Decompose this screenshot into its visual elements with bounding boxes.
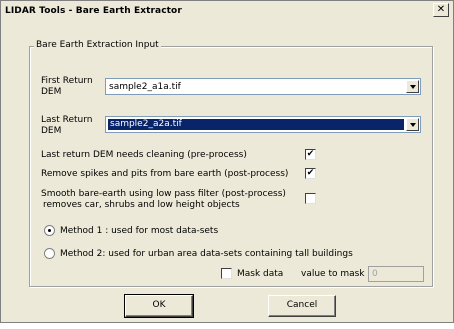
check-icon: ✔ [306, 168, 315, 178]
mask-data-label: Mask data [237, 269, 284, 279]
smooth-option-label-line1: Smooth bare-earth using low pass filter … [41, 189, 286, 199]
title-bar[interactable]: LIDAR Tools - Bare Earth Extractor ✕ [2, 2, 452, 19]
first-return-value: sample2_a1a.tif [109, 81, 181, 92]
last-return-dropdown[interactable]: sample2_a2a.tif [105, 116, 421, 133]
dialog-window: LIDAR Tools - Bare Earth Extractor ✕ Bar… [0, 0, 454, 323]
method2-radio[interactable] [44, 248, 55, 259]
first-return-dropdown[interactable]: sample2_a1a.tif [105, 78, 421, 95]
spikes-option-label: Remove spikes and pits from bare earth (… [41, 169, 289, 179]
clean-checkbox[interactable]: ✔ [305, 149, 316, 160]
chevron-down-icon[interactable] [406, 118, 419, 131]
last-return-value: sample2_a2a.tif [108, 119, 404, 130]
last-return-label-line2: DEM [41, 126, 62, 136]
method1-radio[interactable] [44, 225, 55, 236]
chevron-down-icon[interactable] [406, 80, 419, 93]
last-return-label-line1: Last Return [41, 115, 93, 125]
smooth-option-label-line2: removes car, shrubs and low height objec… [43, 200, 240, 210]
last-return-label: Last Return DEM [41, 115, 92, 137]
mask-data-checkbox[interactable] [221, 268, 232, 279]
first-return-label-line2: DEM [41, 87, 62, 97]
mask-value-input[interactable]: 0 [368, 266, 424, 282]
ok-button[interactable]: OK [124, 294, 194, 318]
close-button[interactable]: ✕ [433, 3, 449, 17]
method2-label: Method 2: used for urban area data-sets … [60, 249, 353, 259]
mask-value-label: value to mask [301, 269, 365, 279]
window-title: LIDAR Tools - Bare Earth Extractor [5, 5, 182, 16]
check-icon: ✔ [306, 149, 315, 159]
smooth-option-label: Smooth bare-earth using low pass filter … [41, 189, 286, 211]
cancel-button[interactable]: Cancel [268, 295, 336, 317]
close-icon: ✕ [436, 4, 446, 15]
spikes-checkbox[interactable]: ✔ [305, 168, 316, 179]
first-return-label-line1: First Return [41, 76, 93, 86]
first-return-label: First Return DEM [41, 76, 93, 98]
groupbox-legend: Bare Earth Extraction Input [34, 40, 161, 50]
clean-option-label: Last return DEM needs cleaning (pre-proc… [41, 150, 247, 160]
smooth-checkbox[interactable] [305, 193, 316, 204]
method1-label: Method 1 : used for most data-sets [60, 226, 219, 236]
